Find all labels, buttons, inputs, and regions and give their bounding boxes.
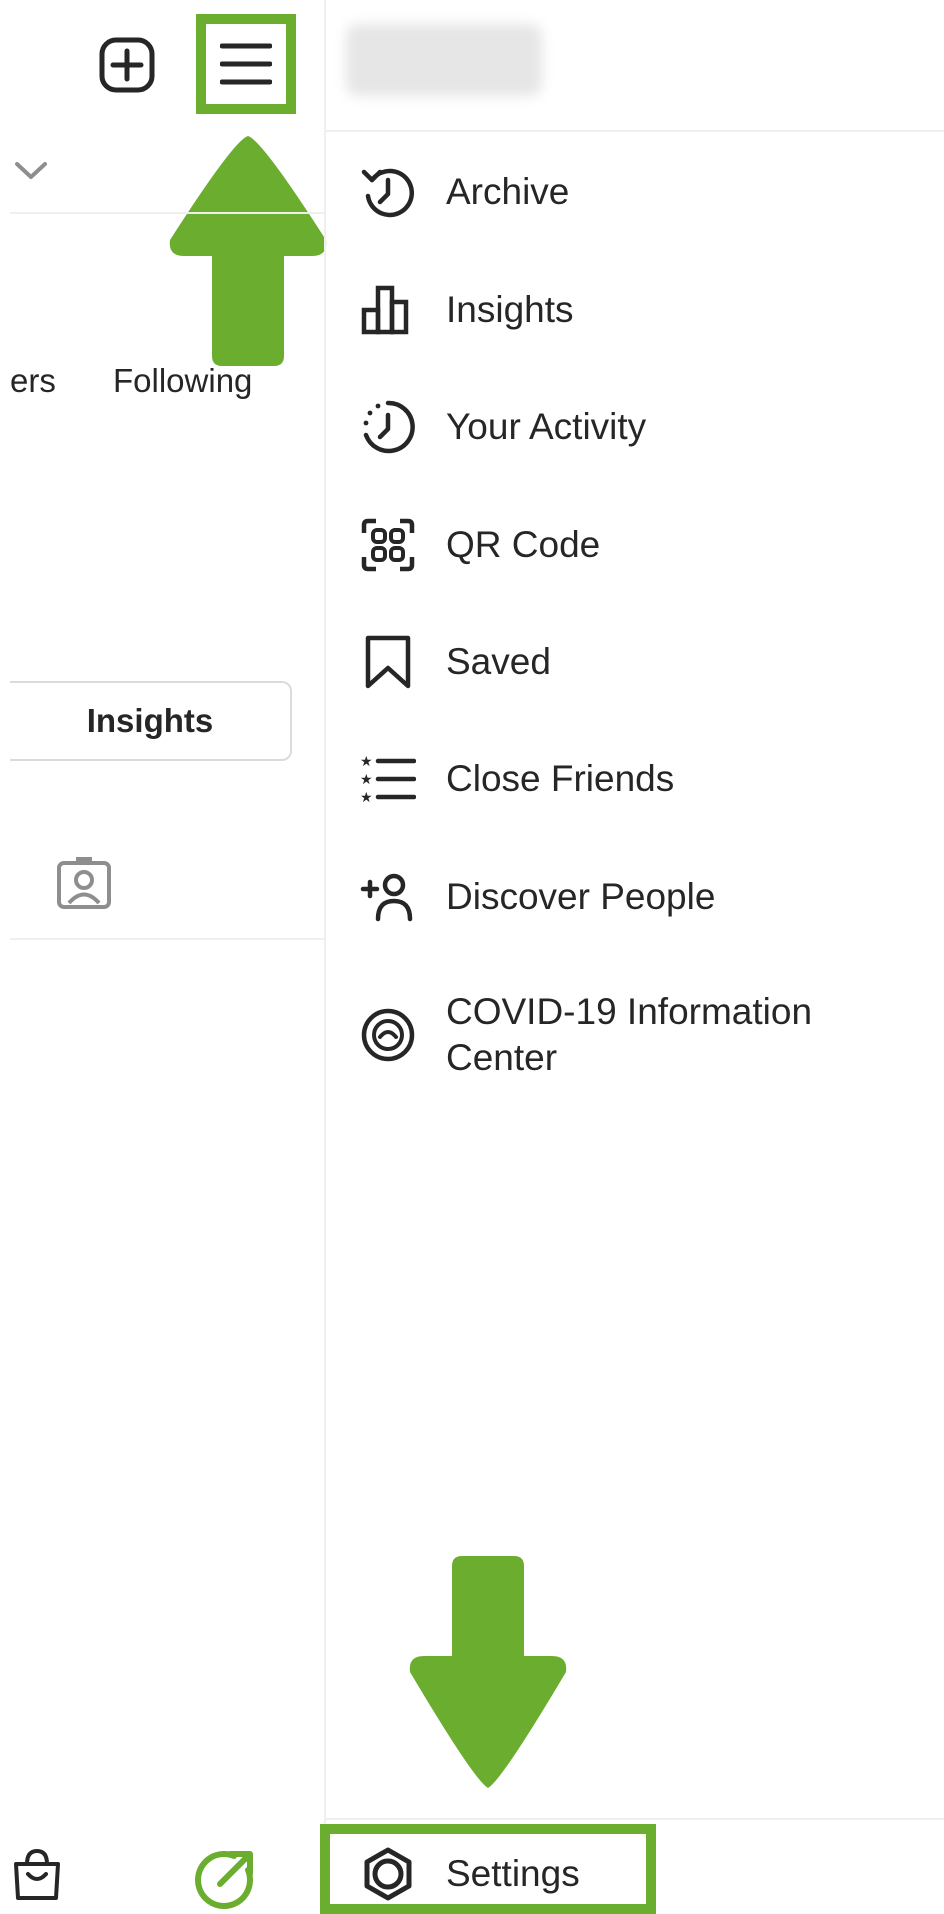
menu-item-settings[interactable]: Settings — [360, 1846, 920, 1902]
header-divider — [10, 212, 324, 214]
menu-item-covid-info[interactable]: COVID-19 Information Center — [360, 989, 920, 1081]
profile-pane: ers Following Insights — [0, 0, 327, 1914]
tagged-photos-icon[interactable] — [56, 856, 112, 910]
followers-label[interactable]: ers — [10, 362, 56, 400]
tabs-divider — [10, 938, 324, 940]
insights-icon — [360, 282, 416, 338]
menu-item-label: COVID-19 Information Center — [446, 991, 813, 1078]
username-blurred — [346, 24, 542, 96]
menu-item-label: Insights — [446, 289, 574, 330]
menu-item-label: Settings — [446, 1853, 580, 1894]
menu-item-saved[interactable]: Saved — [360, 634, 920, 690]
menu-item-close-friends[interactable]: ★ ★ ★ Close Friends — [360, 751, 920, 807]
menu-item-label: Saved — [446, 641, 551, 682]
bookmark-icon — [360, 634, 416, 690]
drawer-footer-divider — [326, 1818, 944, 1820]
new-post-icon[interactable] — [98, 36, 156, 94]
menu-item-archive[interactable]: Archive — [360, 164, 920, 220]
following-label[interactable]: Following — [113, 362, 252, 400]
menu-item-qr-code[interactable]: QR Code — [360, 517, 920, 573]
up-arrow-annotation-icon — [166, 130, 330, 370]
insights-button[interactable]: Insights — [10, 681, 292, 761]
svg-text:★: ★ — [360, 772, 373, 788]
menu-item-label: Discover People — [446, 876, 716, 917]
activity-circle-arrow-icon[interactable] — [192, 1846, 258, 1912]
activity-icon — [360, 399, 416, 455]
close-friends-icon: ★ ★ ★ — [360, 751, 416, 807]
chevron-down-icon[interactable] — [14, 160, 48, 182]
qr-code-icon — [360, 517, 416, 573]
archive-icon — [360, 164, 416, 220]
hamburger-icon — [220, 40, 272, 88]
menu-item-your-activity[interactable]: Your Activity — [360, 399, 920, 455]
menu-item-insights[interactable]: Insights — [360, 282, 920, 338]
drawer-divider — [324, 0, 326, 1914]
menu-item-label: Close Friends — [446, 758, 675, 799]
discover-people-icon — [360, 869, 416, 925]
down-arrow-annotation-icon — [406, 1552, 570, 1794]
svg-text:★: ★ — [360, 754, 373, 770]
covid-info-icon — [360, 1007, 416, 1063]
menu-item-discover-people[interactable]: Discover People — [360, 869, 920, 925]
shop-bag-icon[interactable] — [12, 1848, 62, 1902]
menu-item-label: QR Code — [446, 524, 601, 565]
menu-item-label: Archive — [446, 171, 570, 212]
drawer-header-divider — [326, 130, 944, 132]
gear-icon — [360, 1846, 416, 1902]
svg-text:★: ★ — [360, 790, 373, 806]
menu-item-label: Your Activity — [446, 406, 647, 447]
menu-button[interactable] — [196, 14, 296, 114]
